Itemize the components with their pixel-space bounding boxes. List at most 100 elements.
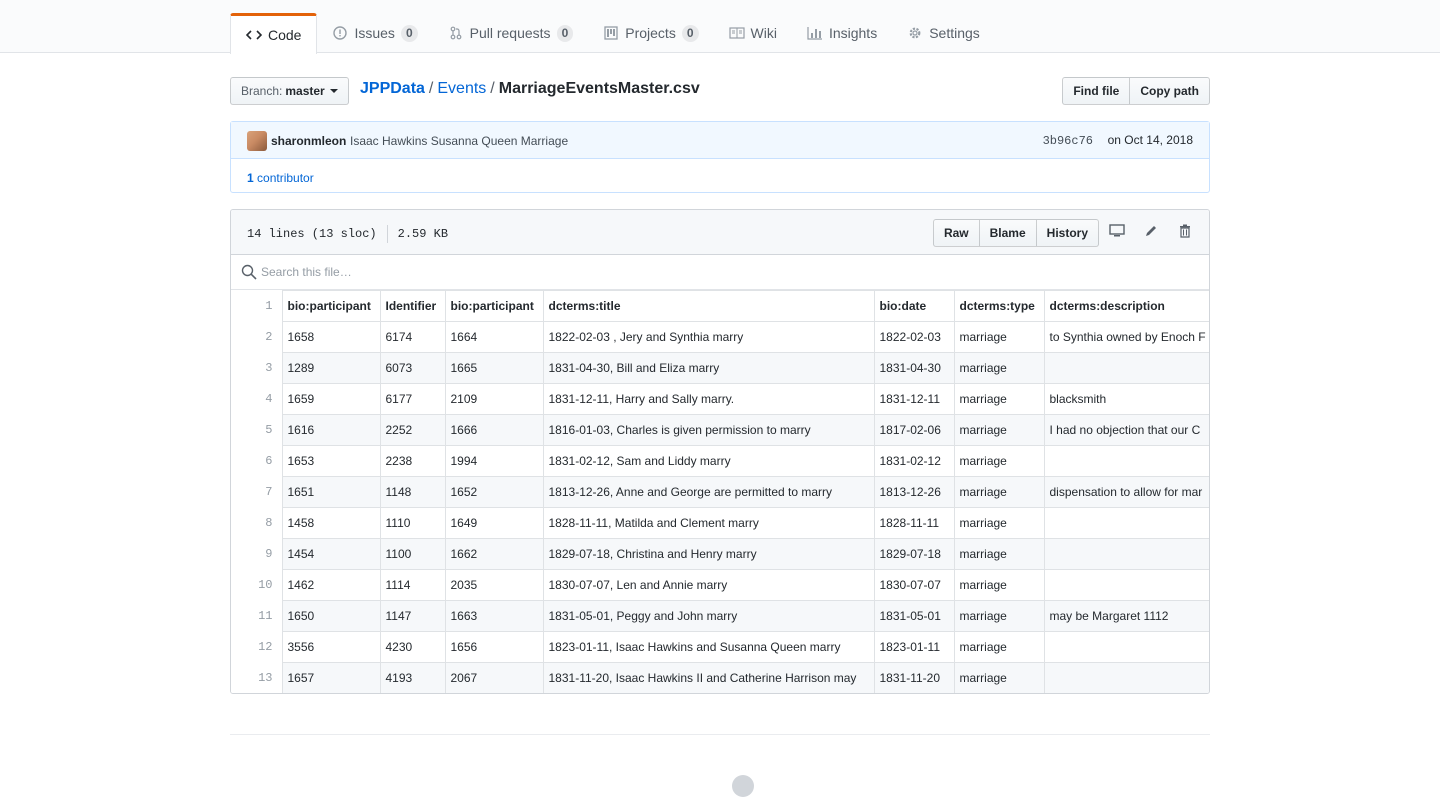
table-cell: 1829-07-18 bbox=[873, 538, 955, 570]
table-cell: may be Margaret 1112 bbox=[1043, 600, 1209, 632]
tab-insights[interactable]: Insights bbox=[792, 13, 892, 53]
pencil-icon[interactable] bbox=[1143, 223, 1159, 239]
table-row: 6 1653 2238 1994 1831-02-12, Sam and Liddy m… bbox=[231, 445, 1209, 477]
table-cell: 1658 bbox=[281, 321, 381, 353]
line-number[interactable]: 7 bbox=[231, 476, 283, 508]
table-cell: 2109 bbox=[444, 383, 544, 415]
blame-button[interactable]: Blame bbox=[978, 219, 1037, 247]
line-number[interactable]: 13 bbox=[231, 662, 283, 693]
table-cell: 1458 bbox=[281, 507, 381, 539]
table-cell: 1831-02-12, Sam and Liddy marry bbox=[542, 445, 875, 477]
table-cell: 1664 bbox=[444, 321, 544, 353]
table-cell: 6073 bbox=[379, 352, 446, 384]
table-cell: 1651 bbox=[281, 476, 381, 508]
table-cell: 1823-01-11 bbox=[873, 631, 955, 663]
table-cell: 1823-01-11, Isaac Hawkins and Susanna Qu… bbox=[542, 631, 875, 663]
divider bbox=[386, 225, 388, 243]
tab-issues[interactable]: Issues 0 bbox=[317, 13, 432, 53]
desktop-icon[interactable] bbox=[1109, 223, 1125, 239]
history-button[interactable]: History bbox=[1035, 219, 1099, 247]
table-cell: marriage bbox=[953, 631, 1045, 663]
table-row: 8 1458 1110 1649 1828-11-11, Matilda and Cle… bbox=[231, 507, 1209, 539]
commit-message-link[interactable]: Isaac Hawkins Susanna Queen Marriage bbox=[350, 134, 568, 148]
copy-path-button[interactable]: Copy path bbox=[1129, 77, 1210, 105]
file-viewer: 14 lines (13 sloc) 2.59 KB Raw Blame Hist… bbox=[230, 209, 1210, 694]
gear-icon bbox=[907, 25, 923, 41]
breadcrumb-separator: / bbox=[428, 80, 434, 97]
pull-requests-counter: 0 bbox=[556, 24, 574, 42]
line-number[interactable]: 10 bbox=[231, 569, 283, 601]
contributors-count: 1 bbox=[247, 171, 254, 185]
table-cell: 1665 bbox=[444, 352, 544, 384]
table-cell: marriage bbox=[953, 445, 1045, 477]
csv-table: 1 bio:participant Identifier bio:partici… bbox=[231, 290, 1209, 693]
column-header: Identifier bbox=[379, 290, 446, 322]
commit-sha-link[interactable]: 3b96c76 bbox=[1043, 134, 1093, 148]
line-number[interactable]: 8 bbox=[231, 507, 283, 539]
table-cell: marriage bbox=[953, 383, 1045, 415]
line-number[interactable]: 3 bbox=[231, 352, 283, 384]
search-icon bbox=[241, 264, 257, 283]
table-row: 9 1454 1100 1662 1829-07-18, Christina and H… bbox=[231, 538, 1209, 570]
tab-pull-requests[interactable]: Pull requests 0 bbox=[433, 13, 589, 53]
line-number[interactable]: 11 bbox=[231, 600, 283, 632]
table-cell: 1657 bbox=[281, 662, 381, 693]
tab-code[interactable]: Code bbox=[230, 13, 318, 54]
table-cell: 1817-02-06 bbox=[873, 414, 955, 446]
table-cell: 6177 bbox=[379, 383, 446, 415]
table-cell: 2035 bbox=[444, 569, 544, 601]
line-number[interactable]: 9 bbox=[231, 538, 283, 570]
table-cell: marriage bbox=[953, 352, 1045, 384]
raw-button[interactable]: Raw bbox=[932, 219, 980, 247]
file-button-group: Find file Copy path bbox=[1062, 77, 1210, 105]
line-number[interactable]: 4 bbox=[231, 383, 283, 415]
table-row: 10 1462 1114 2035 1830-07-07, Len and Annie … bbox=[231, 569, 1209, 601]
table-cell: marriage bbox=[953, 321, 1045, 353]
table-cell: dispensation to allow for mar bbox=[1043, 476, 1209, 508]
table-cell: 1148 bbox=[379, 476, 446, 508]
book-icon bbox=[728, 25, 745, 41]
line-number[interactable]: 6 bbox=[231, 445, 283, 477]
table-cell: 1994 bbox=[444, 445, 544, 477]
find-file-button[interactable]: Find file bbox=[1062, 77, 1131, 105]
table-row: 5 1616 2252 1666 1816-01-03, Charles is give… bbox=[231, 414, 1209, 446]
table-header-row: 1 bio:participant Identifier bio:partici… bbox=[231, 290, 1209, 322]
tab-wiki[interactable]: Wiki bbox=[714, 13, 792, 53]
line-number[interactable]: 5 bbox=[231, 414, 283, 446]
commit-tease: sharonmleon Isaac Hawkins Susanna Queen … bbox=[230, 121, 1210, 193]
trash-icon[interactable] bbox=[1177, 223, 1193, 239]
table-cell: 3556 bbox=[281, 631, 381, 663]
avatar[interactable] bbox=[247, 131, 267, 151]
table-cell: 1649 bbox=[444, 507, 544, 539]
tab-projects[interactable]: Projects 0 bbox=[588, 13, 713, 53]
table-cell: 1147 bbox=[379, 600, 446, 632]
table-cell: 1659 bbox=[281, 383, 381, 415]
tab-label: Settings bbox=[929, 25, 980, 41]
table-cell: 1830-07-07 bbox=[873, 569, 955, 601]
breadcrumb-repo-link[interactable]: JPPData bbox=[360, 80, 425, 97]
search-input[interactable] bbox=[261, 261, 1161, 283]
branch-prefix: Branch: bbox=[241, 84, 283, 98]
line-number[interactable]: 2 bbox=[231, 321, 283, 353]
column-header: dcterms:description bbox=[1043, 290, 1209, 322]
breadcrumb-separator: / bbox=[490, 80, 495, 97]
tab-settings[interactable]: Settings bbox=[892, 13, 995, 53]
breadcrumb-folder-link[interactable]: Events bbox=[437, 80, 486, 97]
table-cell: 2238 bbox=[379, 445, 446, 477]
tab-label: Insights bbox=[828, 25, 878, 41]
github-logo-icon[interactable] bbox=[732, 775, 754, 797]
line-number[interactable]: 12 bbox=[231, 631, 283, 663]
commit-author-link[interactable]: sharonmleon bbox=[271, 134, 346, 148]
table-cell: 1822-02-03 , Jery and Synthia marry bbox=[542, 321, 875, 353]
table-cell bbox=[1043, 352, 1209, 384]
table-cell bbox=[1043, 538, 1209, 570]
table-cell: 1816-01-03, Charles is given permission … bbox=[542, 414, 875, 446]
file-size: 2.59 KB bbox=[397, 227, 449, 242]
chevron-down-icon bbox=[329, 89, 338, 93]
repo-tabs: Code Issues 0 Pull requests 0 Projects 0 bbox=[230, 13, 995, 54]
contributors-link[interactable]: 1 contributor bbox=[247, 171, 314, 185]
table-row: 3 1289 6073 1665 1831-04-30, Bill and Eliza … bbox=[231, 352, 1209, 384]
tab-label: Pull requests bbox=[469, 25, 551, 41]
branch-select-button[interactable]: Branch: master bbox=[230, 77, 349, 105]
table-cell: 1831-02-12 bbox=[873, 445, 955, 477]
